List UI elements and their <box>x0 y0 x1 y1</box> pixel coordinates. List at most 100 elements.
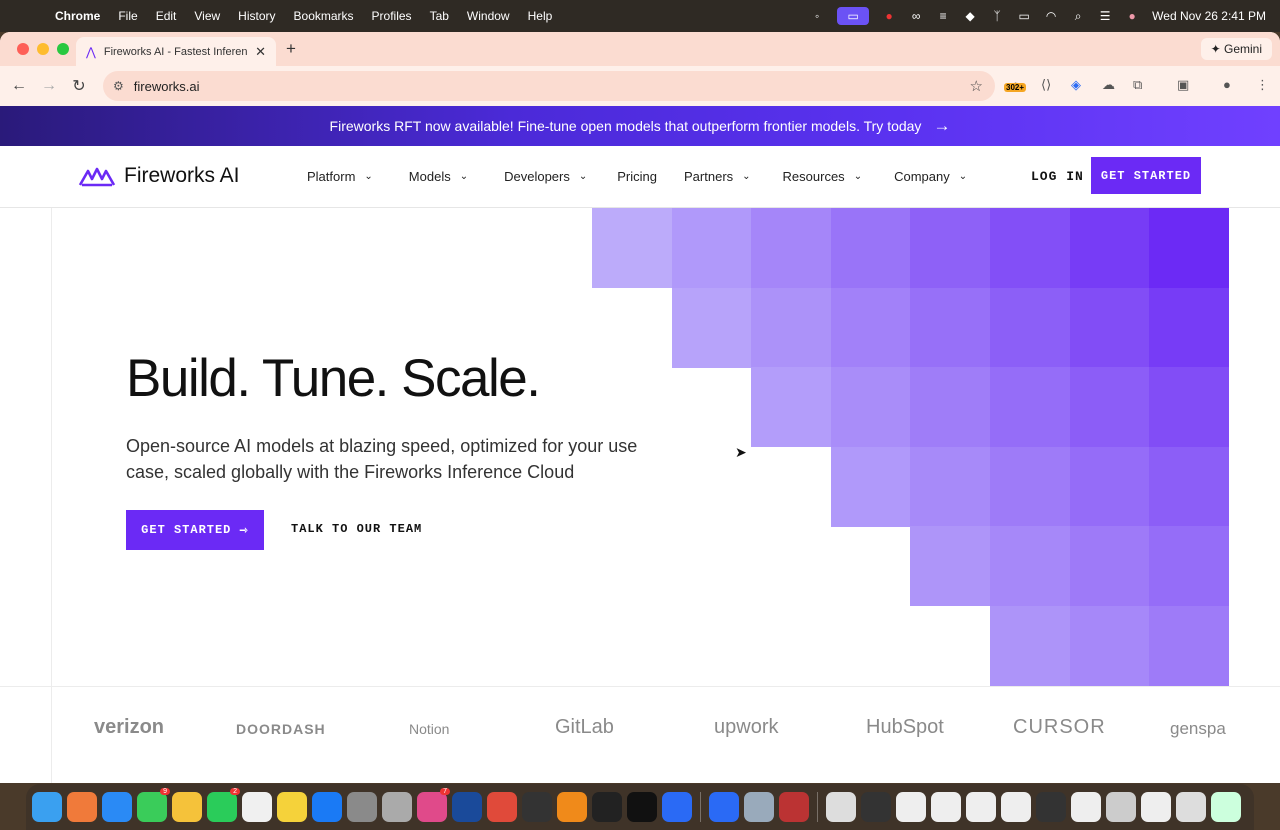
menu-edit[interactable]: Edit <box>147 9 186 23</box>
finder-icon[interactable] <box>32 792 62 822</box>
forward-icon[interactable]: → <box>34 77 64 95</box>
nav-developers[interactable]: Developers ⌄ <box>504 169 587 184</box>
tab-strip: ⋀ Fireworks AI - Fastest Inferen ✕ + ✦ G… <box>0 32 1280 66</box>
preview-icon[interactable] <box>744 792 774 822</box>
login-link[interactable]: LOG IN <box>1031 169 1084 184</box>
iterm-icon[interactable] <box>627 792 657 822</box>
cursor-app-icon[interactable] <box>522 792 552 822</box>
bookmark-star-icon[interactable]: ☆ <box>970 77 983 95</box>
nav-label: Models <box>408 169 451 184</box>
menu-profiles[interactable]: Profiles <box>363 9 421 23</box>
get-started-button[interactable]: GET STARTED <box>1091 157 1201 194</box>
messages-icon[interactable]: 9 <box>137 788 170 822</box>
menu-window[interactable]: Window <box>458 9 519 23</box>
screen-share-icon[interactable]: ▭ <box>837 7 870 25</box>
menu-help[interactable]: Help <box>519 9 562 23</box>
trash-icon[interactable] <box>1211 792 1241 822</box>
back-icon[interactable]: ← <box>4 77 34 95</box>
active-tab[interactable]: ⋀ Fireworks AI - Fastest Inferen ✕ <box>76 37 276 66</box>
control-center-icon[interactable]: ☰ <box>1098 9 1112 23</box>
app-store-icon[interactable] <box>312 792 342 822</box>
zoom-window-button[interactable] <box>57 43 69 55</box>
photos-icon[interactable] <box>172 792 202 822</box>
chevron-down-icon: ⌄ <box>853 171 863 182</box>
record-icon[interactable]: ● <box>882 9 896 23</box>
menubar-clock[interactable]: Wed Nov 26 2:41 PM <box>1152 9 1266 23</box>
fireworks-logo[interactable]: Fireworks AI <box>78 164 240 188</box>
launchpad-icon[interactable] <box>67 792 97 822</box>
talk-to-team-link[interactable]: TALK TO OUR TEAM <box>291 522 422 536</box>
nav-resources[interactable]: Resources ⌄ <box>783 169 863 184</box>
nav-models[interactable]: Models ⌄ <box>409 169 468 184</box>
extension-tag-icon[interactable]: ◈ <box>1071 77 1081 93</box>
hero-subtext: Open-source AI models at blazing speed, … <box>126 436 638 482</box>
chrome-icon[interactable] <box>487 792 517 822</box>
document-thumbnail-icon[interactable] <box>826 792 856 822</box>
terminal-icon[interactable] <box>592 792 622 822</box>
extensions-puzzle-icon[interactable]: ⧉ <box>1133 77 1142 93</box>
dictionary-icon[interactable] <box>779 792 809 822</box>
system-settings-icon[interactable] <box>347 792 377 822</box>
reminders-icon[interactable] <box>242 792 272 822</box>
announcement-banner[interactable]: Fireworks RFT now available! Fine-tune o… <box>0 106 1280 146</box>
siri-icon[interactable]: ● <box>1125 9 1139 23</box>
iphone-mirroring-icon[interactable] <box>382 792 412 822</box>
extension-cloud-icon[interactable]: ☁ <box>1102 77 1115 93</box>
glasses-icon[interactable]: ∞ <box>909 9 923 23</box>
zoom-icon[interactable] <box>709 792 739 822</box>
menu-history[interactable]: History <box>229 9 284 23</box>
nav-platform[interactable]: Platform ⌄ <box>307 169 373 184</box>
window-thumbnail-icon[interactable] <box>1176 792 1206 822</box>
facetime-icon[interactable]: 2 <box>207 788 240 822</box>
gemini-button[interactable]: ✦ Gemini <box>1200 38 1272 60</box>
close-tab-icon[interactable]: ✕ <box>255 44 266 60</box>
notes-icon[interactable] <box>277 792 307 822</box>
more-menu-icon[interactable]: ⋮ <box>1256 77 1269 93</box>
window-thumbnail-icon[interactable] <box>1001 792 1031 822</box>
window-thumbnail-icon[interactable] <box>1036 792 1066 822</box>
menu-file[interactable]: File <box>109 9 146 23</box>
side-panel-icon[interactable]: ▣ <box>1177 77 1189 93</box>
extension-code-icon[interactable]: ⟨⟩ <box>1041 77 1051 93</box>
telegram-icon[interactable] <box>452 792 482 822</box>
window-thumbnail-icon[interactable] <box>931 792 961 822</box>
menu-bookmarks[interactable]: Bookmarks <box>285 9 363 23</box>
slack-icon[interactable]: 7 <box>417 788 450 822</box>
profile-avatar-icon[interactable]: ● <box>1223 77 1231 92</box>
window-thumbnail-icon[interactable] <box>966 792 996 822</box>
safari-icon[interactable] <box>102 792 132 822</box>
new-tab-icon[interactable]: + <box>286 39 296 59</box>
address-bar[interactable]: ⚙ fireworks.ai ☆ <box>103 71 995 101</box>
window-thumbnail-icon[interactable] <box>1106 792 1136 822</box>
document-thumbnail-icon[interactable] <box>861 792 891 822</box>
app-menu[interactable]: Chrome <box>46 9 109 23</box>
window-thumbnail-icon[interactable] <box>1141 792 1171 822</box>
sublime-icon[interactable] <box>557 792 587 822</box>
mic-icon[interactable]: ◦ <box>810 9 824 23</box>
url-text[interactable]: fireworks.ai <box>134 79 200 94</box>
window-thumbnail-icon[interactable] <box>1071 792 1101 822</box>
menu-tab[interactable]: Tab <box>421 9 458 23</box>
minimize-window-button[interactable] <box>37 43 49 55</box>
chevron-down-icon: ⌄ <box>958 171 968 182</box>
hero-get-started-button[interactable]: GET STARTED ⇾ <box>126 510 264 550</box>
search-icon[interactable]: ⌕ <box>1071 9 1085 23</box>
antenna-icon[interactable]: ᛉ <box>990 9 1004 23</box>
nav-pricing[interactable]: Pricing <box>617 169 657 184</box>
wifi-icon[interactable]: ◠ <box>1044 9 1058 23</box>
menu-view[interactable]: View <box>185 9 229 23</box>
battery-icon[interactable]: ▭ <box>1017 9 1031 23</box>
cube-icon[interactable]: ◆ <box>963 9 977 23</box>
window-thumbnail-icon[interactable] <box>896 792 926 822</box>
reload-icon[interactable]: ↻ <box>64 76 94 96</box>
logo-upwork: upwork <box>714 716 779 738</box>
logo-text: Fireworks AI <box>124 164 240 187</box>
pixel-tile <box>990 446 1070 527</box>
kubernetes-icon[interactable] <box>662 792 692 822</box>
equalizer-icon[interactable]: ≡ <box>936 9 950 23</box>
nav-partners[interactable]: Partners ⌄ <box>684 169 751 184</box>
site-info-icon[interactable]: ⚙ <box>113 79 124 93</box>
banner-text[interactable]: Fireworks RFT now available! Fine-tune o… <box>330 118 922 134</box>
nav-company[interactable]: Company ⌄ <box>894 169 967 184</box>
close-window-button[interactable] <box>17 43 29 55</box>
